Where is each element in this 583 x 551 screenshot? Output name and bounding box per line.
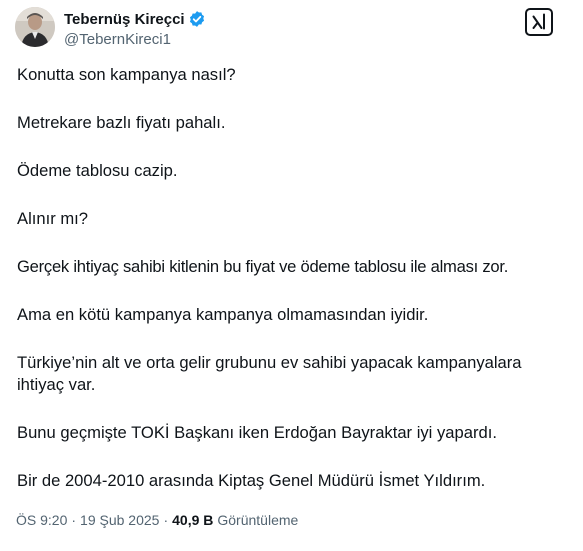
author-handle[interactable]: @TebernKireci1 xyxy=(64,31,206,48)
tweet-time[interactable]: ÖS 9:20 xyxy=(16,512,67,528)
author-block: Tebernüş Kireçci @TebernKireci1 xyxy=(64,9,206,48)
tweet-paragraph: Alınır mı? xyxy=(17,209,89,228)
avatar[interactable] xyxy=(15,7,55,47)
author-display-name[interactable]: Tebernüş Kireçci xyxy=(64,11,185,28)
tweet-paragraph: Gerçek ihtiyaç sahibi kitlenin bu fiyat … xyxy=(17,257,509,276)
tweet-text: Konutta son kampanya nasıl? Metrekare ba… xyxy=(17,64,572,518)
tweet-paragraph: Türkiye’nin alt ve orta gelir grubunu ev… xyxy=(17,353,522,394)
views-count: 40,9 B xyxy=(172,512,214,528)
verified-badge-icon xyxy=(188,10,206,28)
views-label: Görüntüleme xyxy=(217,512,299,528)
tweet-paragraph: Konutta son kampanya nasıl? xyxy=(17,65,236,84)
tweet-card: Tebernüş Kireçci @TebernKireci1 Konutta … xyxy=(0,0,583,551)
tweet-date[interactable]: 19 Şub 2025 xyxy=(80,512,159,528)
tweet-paragraph: Bir de 2004-2010 arasında Kiptaş Genel M… xyxy=(17,471,486,490)
tweet-paragraph: Ödeme tablosu cazip. xyxy=(17,161,178,180)
tweet-meta: ÖS 9:20 · 19 Şub 2025 · 40,9 B Görüntüle… xyxy=(16,512,298,528)
meta-separator: · xyxy=(163,512,169,528)
meta-separator: · xyxy=(71,512,77,528)
tweet-paragraph: Ama en kötü kampanya kampanya olmamasınd… xyxy=(17,305,429,324)
tweet-paragraph: Bunu geçmişte TOKİ Başkanı iken Erdoğan … xyxy=(17,423,497,442)
grok-button[interactable] xyxy=(525,8,553,36)
grok-icon xyxy=(532,13,545,30)
tweet-paragraph: Metrekare bazlı fiyatı pahalı. xyxy=(17,113,226,132)
